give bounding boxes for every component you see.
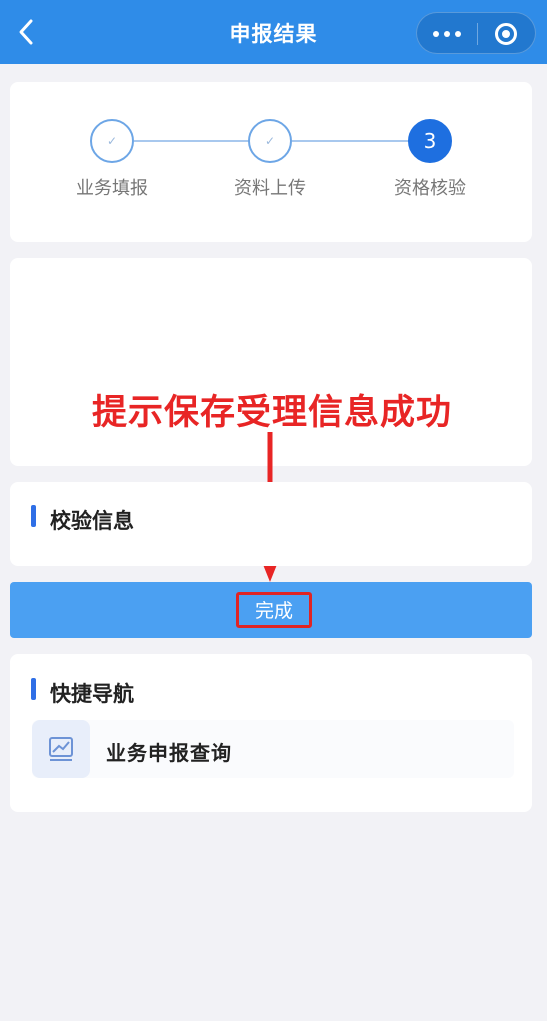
nav-item-business-query[interactable] [32, 720, 514, 778]
nav-item-label[interactable]: 业务申报查询 [106, 737, 232, 766]
quick-nav-title: 快捷导航 [50, 682, 134, 706]
step-1-label: 业务填报 [76, 178, 148, 199]
mini-program-capsule [416, 12, 536, 54]
annotation-text: 提示保存受理信息成功 [92, 393, 453, 433]
step-2-label: 资料上传 [234, 178, 306, 199]
done-button-label[interactable]: 完成 [236, 592, 312, 628]
chart-icon[interactable] [32, 720, 90, 778]
step-connector [292, 140, 410, 142]
more-icon[interactable] [431, 29, 463, 39]
nav-bar: 申报结果 [0, 0, 547, 64]
close-miniprogram-icon[interactable] [495, 23, 517, 45]
step-2-circle: ✓ [248, 119, 292, 163]
step-1-circle: ✓ [90, 119, 134, 163]
verify-section-title: 校验信息 [50, 509, 134, 533]
capsule-divider [477, 23, 478, 45]
step-3-circle: 3 [408, 119, 452, 163]
step-3-label: 资格核验 [394, 178, 466, 199]
section-marker [31, 505, 36, 527]
section-marker [31, 678, 36, 700]
step-connector [134, 140, 250, 142]
